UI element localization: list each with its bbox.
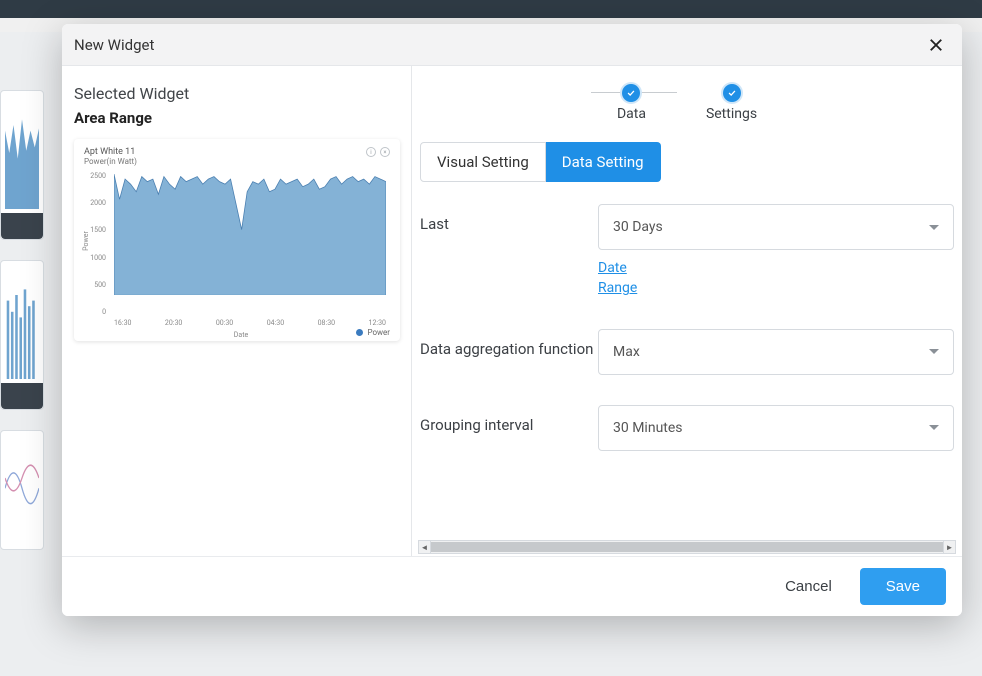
y-tick: 1500 <box>90 226 106 234</box>
right-panel: Data Settings Visual Setting Data Settin… <box>412 66 962 556</box>
scroll-right-arrow-icon[interactable]: ► <box>943 541 955 553</box>
select-aggregation-value: Max <box>613 344 640 360</box>
chevron-down-icon <box>929 225 939 230</box>
scroll-track[interactable] <box>431 541 943 553</box>
settings-tabs: Visual Setting Data Setting <box>412 128 962 182</box>
select-grouping[interactable]: 30 Minutes <box>598 405 954 451</box>
save-button[interactable]: Save <box>860 568 946 605</box>
widget-preview: Apt White 11 Power(in Watt) i × Power 25… <box>74 139 400 341</box>
x-tick: 04:30 <box>267 319 284 327</box>
date-range-links: Date Range <box>598 258 954 299</box>
preview-title: Apt White 11 <box>84 147 390 157</box>
modal-body: Selected Widget Area Range Apt White 11 … <box>62 66 962 556</box>
preview-action-icons: i × <box>366 147 390 157</box>
select-aggregation[interactable]: Max <box>598 329 954 375</box>
legend-dot-icon <box>356 329 363 336</box>
selected-widget-label: Selected Widget <box>74 84 399 103</box>
step-data-label: Data <box>617 106 646 122</box>
step-settings-label: Settings <box>706 106 757 122</box>
x-tick: 12:30 <box>369 319 386 327</box>
x-axis-ticks: 16:30 20:30 00:30 04:30 08:30 12:30 <box>114 319 386 327</box>
preview-legend: Power <box>356 328 390 337</box>
step-data[interactable]: Data <box>617 84 646 122</box>
scroll-left-arrow-icon[interactable]: ◄ <box>419 541 431 553</box>
x-tick: 16:30 <box>114 319 131 327</box>
data-setting-form: Last 30 Days Date Range <box>412 182 962 540</box>
modal-footer: Cancel Save <box>62 556 962 616</box>
step-check-icon <box>622 84 640 102</box>
label-grouping: Grouping interval <box>420 405 598 436</box>
chevron-down-icon <box>929 425 939 430</box>
modal-title: New Widget <box>74 36 154 54</box>
tab-data-setting[interactable]: Data Setting <box>546 142 661 182</box>
step-check-icon <box>723 84 741 102</box>
close-small-icon: × <box>380 147 390 157</box>
scroll-thumb[interactable] <box>431 542 943 552</box>
y-tick: 1000 <box>90 254 106 262</box>
step-settings[interactable]: Settings <box>706 84 757 122</box>
area-chart-svg <box>114 169 386 295</box>
x-axis-label: Date <box>234 331 248 339</box>
new-widget-modal: New Widget Selected Widget Area Range Ap… <box>62 24 962 616</box>
row-grouping: Grouping interval 30 Minutes <box>420 405 954 451</box>
chevron-down-icon <box>929 349 939 354</box>
select-grouping-value: 30 Minutes <box>613 420 683 436</box>
x-tick: 20:30 <box>165 319 182 327</box>
modal-overlay: New Widget Selected Widget Area Range Ap… <box>0 0 982 676</box>
label-aggregation: Data aggregation function <box>420 329 598 360</box>
preview-subtitle: Power(in Watt) <box>84 157 390 166</box>
y-tick: 2000 <box>90 199 106 207</box>
y-tick: 0 <box>102 308 106 316</box>
info-icon: i <box>366 147 376 157</box>
close-icon <box>927 36 945 54</box>
y-tick: 2500 <box>90 172 106 180</box>
horizontal-scrollbar[interactable]: ◄ ► <box>418 540 956 554</box>
y-axis-ticks: 2500 2000 1500 1000 500 0 <box>86 169 106 313</box>
widget-type-name: Area Range <box>74 109 399 127</box>
wizard-stepper: Data Settings <box>412 66 962 128</box>
x-tick: 00:30 <box>216 319 233 327</box>
tab-visual-setting[interactable]: Visual Setting <box>420 142 546 182</box>
cancel-button[interactable]: Cancel <box>775 570 842 603</box>
x-tick: 08:30 <box>318 319 335 327</box>
select-last[interactable]: 30 Days <box>598 204 954 250</box>
link-range[interactable]: Range <box>598 278 954 298</box>
preview-chart: Power 25002000150010005000 16:3020:3000:… <box>92 169 390 313</box>
legend-label: Power <box>367 328 390 337</box>
close-button[interactable] <box>922 31 950 59</box>
modal-header: New Widget <box>62 24 962 66</box>
link-date[interactable]: Date <box>598 258 954 278</box>
left-panel: Selected Widget Area Range Apt White 11 … <box>62 66 412 556</box>
y-tick: 500 <box>94 281 106 289</box>
row-last: Last 30 Days Date Range <box>420 204 954 299</box>
row-aggregation: Data aggregation function Max <box>420 329 954 375</box>
select-last-value: 30 Days <box>613 219 663 235</box>
label-last: Last <box>420 204 598 235</box>
